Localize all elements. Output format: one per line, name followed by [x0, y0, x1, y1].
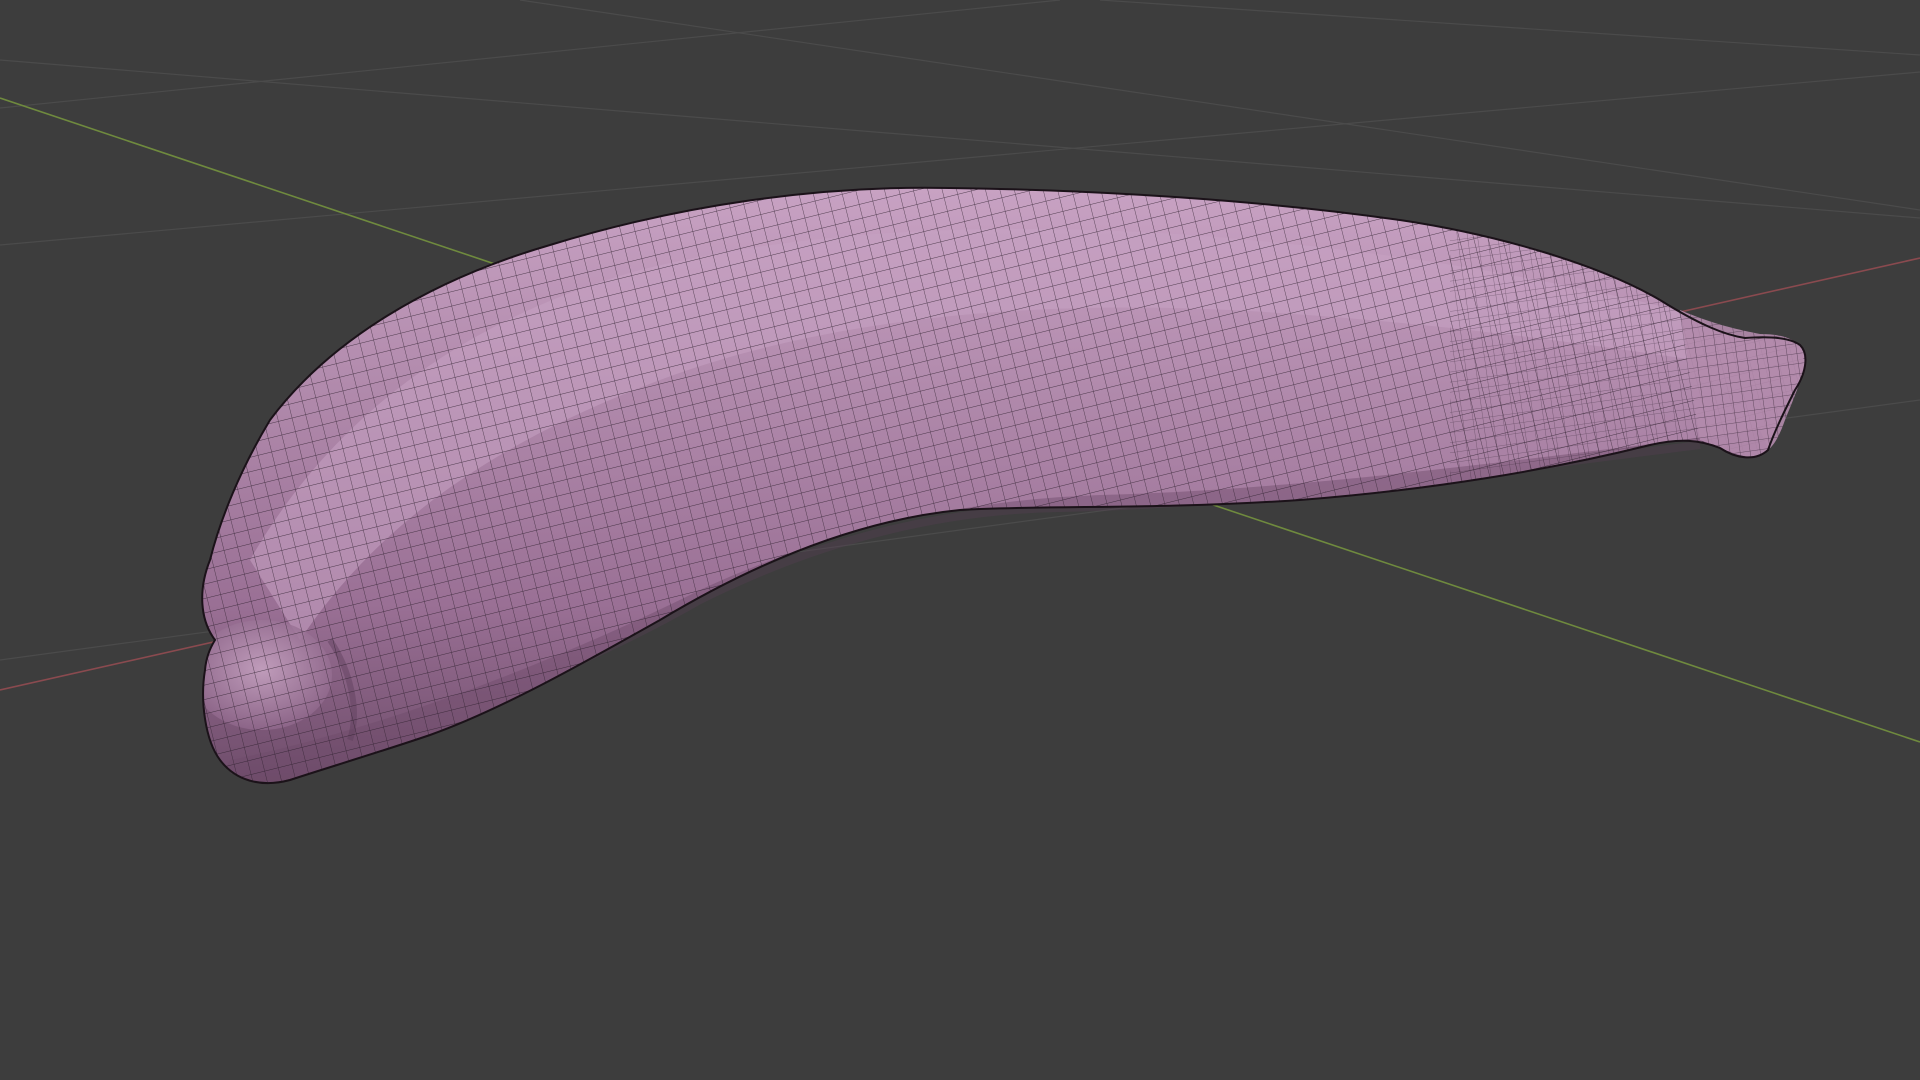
viewport-canvas[interactable]	[0, 0, 1920, 1080]
banana-mesh[interactable]	[192, 186, 1820, 820]
3d-viewport[interactable]	[0, 0, 1920, 1080]
